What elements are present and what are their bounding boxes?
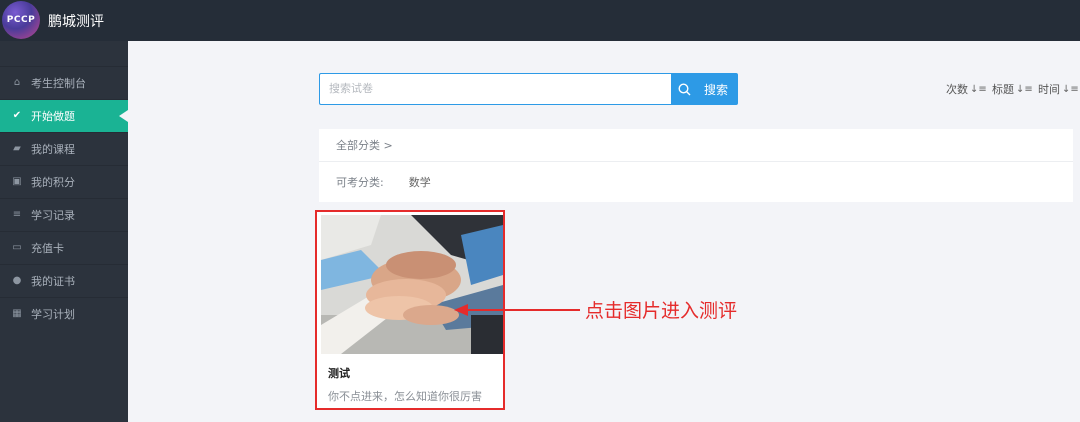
- credit-card-icon: ▭: [12, 242, 22, 253]
- all-categories-link[interactable]: 全部分类 >: [336, 137, 393, 153]
- sidebar-item-label: 我的积分: [31, 176, 75, 189]
- sidebar: ⌂ 考生控制台 ✔ 开始做题 ▰ 我的课程 ▣ 我的积分 ≡ 学习记录 ▭ 充值…: [0, 41, 128, 422]
- search-input[interactable]: [319, 73, 671, 105]
- search-button-label: 搜索: [704, 82, 729, 97]
- sort-count-label: 次数: [946, 83, 968, 96]
- brand-title: 鹏城测评: [48, 14, 104, 30]
- certificate-icon: ●: [12, 275, 22, 286]
- sort-by-count[interactable]: 次数 ↓≡: [946, 81, 987, 97]
- sidebar-item-points[interactable]: ▣ 我的积分: [0, 165, 128, 198]
- exam-card-title: 测试: [328, 367, 350, 380]
- sidebar-item-label: 开始做题: [31, 110, 75, 123]
- sidebar-item-label: 我的课程: [31, 143, 75, 156]
- search-button[interactable]: 搜索: [671, 73, 738, 105]
- annotation-arrow: [454, 304, 580, 316]
- list-icon: ≡: [12, 209, 22, 220]
- logo: PCCP: [2, 1, 40, 39]
- sidebar-item-recharge[interactable]: ▭ 充值卡: [0, 231, 128, 264]
- sidebar-item-start-exam[interactable]: ✔ 开始做题: [0, 99, 128, 132]
- sort-by-time[interactable]: 时间 ↓≡: [1038, 81, 1079, 97]
- sort-time-label: 时间: [1038, 83, 1060, 96]
- sidebar-item-label: 我的证书: [31, 275, 75, 288]
- sort-icon: ↓≡: [970, 83, 987, 95]
- sidebar-item-label: 考生控制台: [31, 77, 86, 90]
- sidebar-item-certificates[interactable]: ● 我的证书: [0, 264, 128, 297]
- sidebar-item-label: 学习记录: [31, 209, 75, 222]
- sidebar-item-dashboard[interactable]: ⌂ 考生控制台: [0, 66, 128, 99]
- search-icon: [678, 82, 691, 95]
- calendar-icon: ▦: [12, 308, 22, 319]
- home-icon: ⌂: [13, 77, 21, 88]
- exam-card-image[interactable]: [321, 215, 503, 354]
- sort-title-label: 标题: [992, 83, 1014, 96]
- sort-icon: ↓≡: [1062, 83, 1079, 95]
- sidebar-item-label: 学习计划: [31, 308, 75, 321]
- book-icon: ▰: [13, 143, 21, 154]
- sidebar-item-plan[interactable]: ▦ 学习计划: [0, 297, 128, 330]
- available-categories-label: 可考分类:: [336, 176, 384, 189]
- sidebar-item-records[interactable]: ≡ 学习记录: [0, 198, 128, 231]
- annotation-text: 点击图片进入测评: [585, 300, 738, 322]
- gift-icon: ▣: [12, 176, 22, 187]
- sidebar-item-label: 充值卡: [31, 242, 64, 255]
- sort-icon: ↓≡: [1016, 83, 1033, 95]
- category-math[interactable]: 数学: [409, 174, 431, 190]
- exam-card-description: 你不点进来，怎么知道你很厉害: [328, 390, 482, 403]
- category-filter: 全部分类 > 可考分类: 数学: [319, 129, 1073, 202]
- sidebar-item-courses[interactable]: ▰ 我的课程: [0, 132, 128, 165]
- top-bar: PCCP 鹏城测评: [0, 0, 1080, 41]
- check-circle-icon: ✔: [12, 110, 22, 121]
- sort-by-title[interactable]: 标题 ↓≡: [992, 81, 1033, 97]
